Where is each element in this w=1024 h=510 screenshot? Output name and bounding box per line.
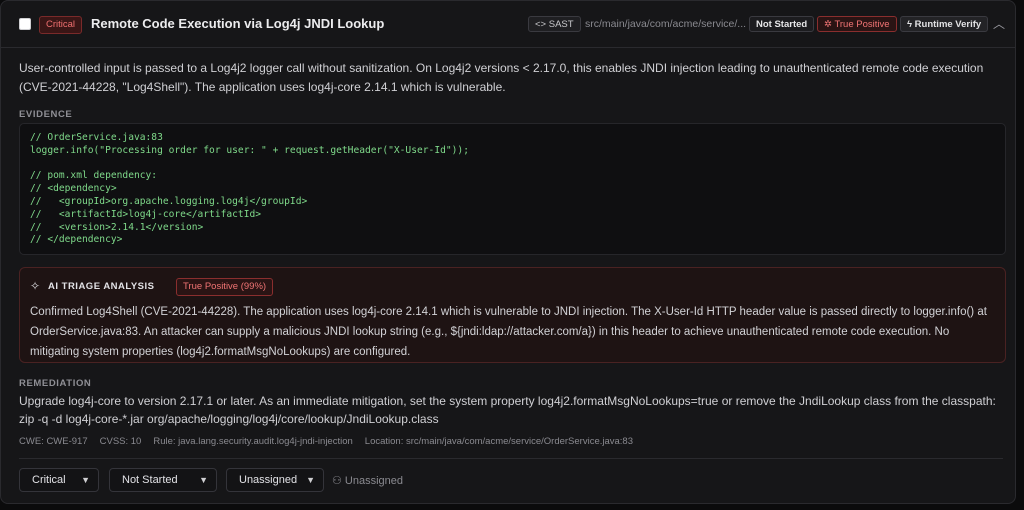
verdict-label: True Positive [834, 19, 890, 30]
runtime-verify-label: Runtime Verify [914, 19, 982, 30]
chevron-down-icon: ▼ [199, 475, 208, 485]
file-path: src/main/java/com/acme/service/... [585, 18, 747, 30]
triage-confidence-badge: True Positive (99%) [176, 278, 274, 296]
remediation-text: Upgrade log4j-core to version 2.17.1 or … [19, 394, 996, 426]
status-select-value: Not Started [122, 474, 178, 486]
finding-metadata: CWE: CWE-917 CVSS: 10 Rule: java.lang.se… [19, 436, 633, 447]
location-value: Location: src/main/java/com/acme/service… [364, 436, 633, 447]
bug-icon: ✲ [824, 19, 835, 30]
chevron-down-icon: ▼ [306, 475, 315, 485]
chevron-down-icon: ▼ [81, 475, 90, 485]
triage-analysis-text: Confirmed Log4Shell (CVE-2021-44228). Th… [30, 306, 987, 358]
assignee-select-value: Unassigned [239, 474, 298, 486]
ai-triage-panel: ✧ AI TRIAGE ANALYSIS True Positive (99%)… [19, 267, 1006, 363]
finding-card: Critical Remote Code Execution via Log4j… [0, 0, 1016, 504]
status-select[interactable]: Not Started ▼ [109, 468, 217, 492]
scan-type-badge: <> SAST [528, 16, 581, 32]
sparkles-icon: ✧ [30, 279, 41, 293]
remediation-label: REMEDIATION [19, 378, 92, 389]
runtime-verify-button[interactable]: ϟ Runtime Verify [900, 16, 989, 32]
assignee-indicator: ⚇ Unassigned [332, 474, 403, 487]
severity-select[interactable]: Critical ▼ [19, 468, 99, 492]
finding-title[interactable]: Remote Code Execution via Log4j JNDI Loo… [91, 16, 384, 32]
cwe-value: CWE: CWE-917 [19, 436, 88, 447]
finding-checkbox[interactable] [19, 18, 31, 30]
divider [19, 458, 1003, 459]
user-icon: ⚇ [332, 475, 345, 487]
evidence-code-block: // OrderService.java:83 logger.info("Pro… [19, 123, 1006, 255]
severity-select-value: Critical [32, 474, 66, 486]
finding-header[interactable]: Critical Remote Code Execution via Log4j… [1, 1, 1015, 48]
severity-badge: Critical [39, 16, 83, 34]
evidence-label: EVIDENCE [19, 109, 73, 120]
assignee-label: Unassigned [344, 475, 404, 487]
verdict-badge: ✲ True Positive [817, 16, 897, 32]
finding-description: User-controlled input is passed to a Log… [19, 61, 984, 94]
status-badge: Not Started [749, 16, 815, 32]
rule-value: Rule: java.lang.security.audit.log4j-jnd… [153, 436, 353, 447]
lightning-icon: ϟ [907, 19, 915, 30]
chevron-up-icon[interactable]: ︿ [993, 15, 1005, 32]
assignee-select[interactable]: Unassigned ▼ [226, 468, 324, 492]
triage-label: AI TRIAGE ANALYSIS [48, 281, 155, 292]
cvss-value: CVSS: 10 [99, 436, 142, 447]
